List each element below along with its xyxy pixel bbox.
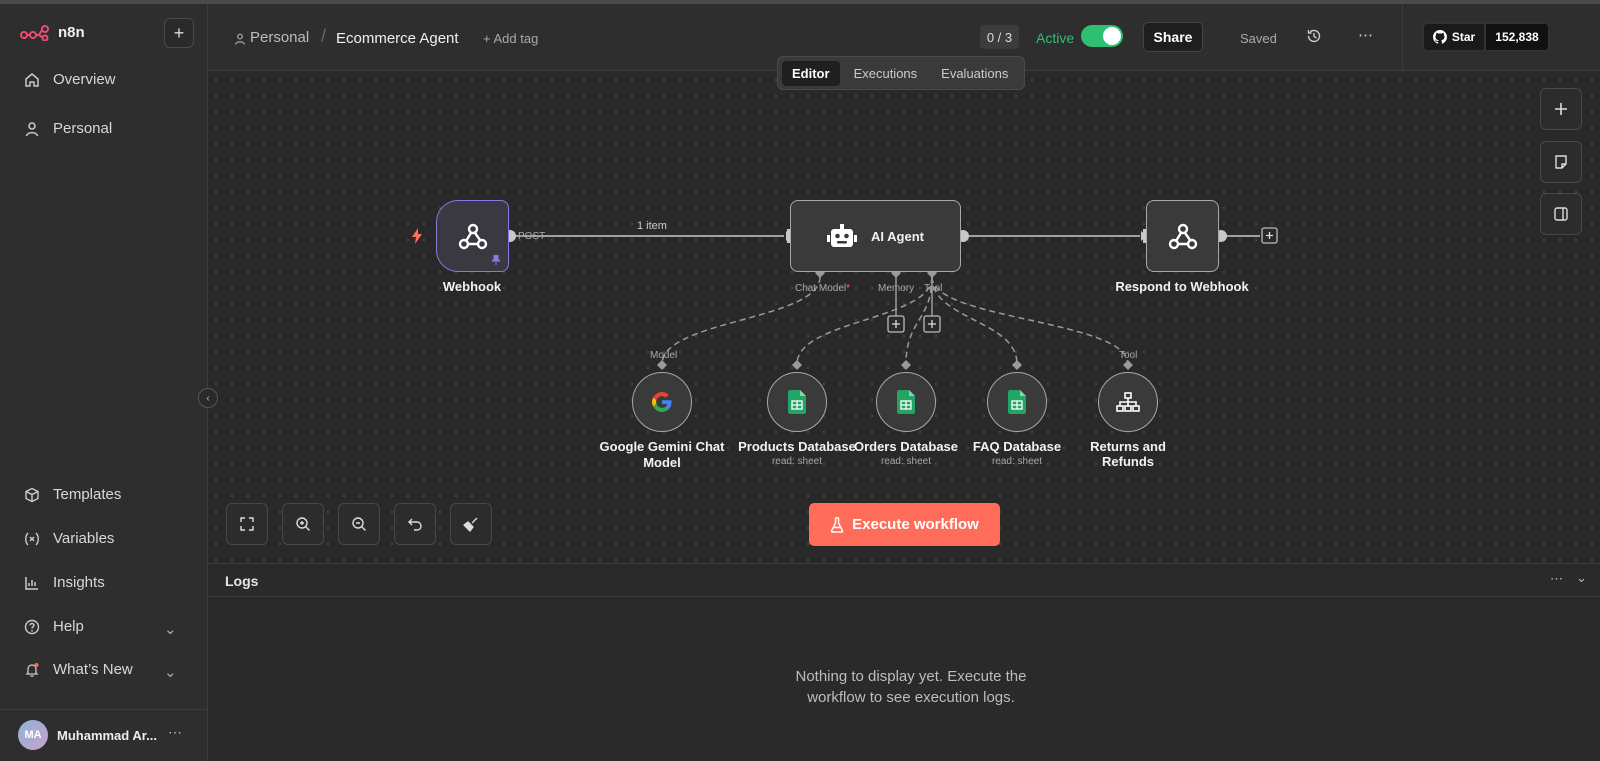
tab-evaluations[interactable]: Evaluations <box>931 61 1018 86</box>
node-google-gemini[interactable] <box>632 372 692 432</box>
google-sheets-icon <box>788 390 806 414</box>
google-sheets-icon <box>1008 390 1026 414</box>
node-label-respond: Respond to Webhook <box>1115 279 1249 294</box>
reset-zoom-button[interactable] <box>394 503 436 545</box>
node-subtitle-products: read: sheet <box>771 456 823 467</box>
google-icon <box>652 392 672 412</box>
execute-workflow-button[interactable]: Execute workflow <box>809 503 1000 546</box>
tidy-up-button[interactable] <box>450 503 492 545</box>
node-label-ai-agent: AI Agent <box>871 228 924 244</box>
node-label-gemini: Google Gemini Chat Model <box>599 439 725 470</box>
undo-icon <box>408 518 422 531</box>
port-label-memory: Memory <box>878 283 915 294</box>
webhook-icon <box>458 223 487 250</box>
zoom-out-icon <box>352 517 366 531</box>
tab-editor[interactable]: Editor <box>782 60 840 86</box>
webhook-icon <box>1168 223 1197 250</box>
node-subtitle-orders: read: sheet <box>880 456 932 467</box>
plus-icon <box>1555 103 1567 115</box>
add-node-button[interactable] <box>1540 88 1582 130</box>
fit-view-icon <box>240 517 254 531</box>
pin-icon <box>492 255 500 265</box>
view-tabs: Editor Executions Evaluations <box>777 56 1025 90</box>
flask-icon <box>830 516 844 533</box>
webhook-method-label: POST <box>518 231 546 242</box>
execute-workflow-label: Execute workflow <box>852 516 979 533</box>
node-label-orders: Orders Database <box>853 439 959 454</box>
port-label-model: Model <box>650 350 678 361</box>
port-label-chat-model: Chat Model* <box>795 283 851 294</box>
node-webhook[interactable] <box>436 200 509 272</box>
toggle-panel-button[interactable] <box>1540 193 1582 235</box>
zoom-out-button[interactable] <box>338 503 380 545</box>
node-faq-database[interactable] <box>987 372 1047 432</box>
google-sheets-icon <box>897 390 915 414</box>
node-orders-database[interactable] <box>876 372 936 432</box>
panel-icon <box>1554 207 1568 221</box>
edge-item-count: 1 item <box>637 220 667 232</box>
zoom-in-button[interactable] <box>282 503 324 545</box>
fit-view-button[interactable] <box>226 503 268 545</box>
sticky-note-icon <box>1555 155 1567 169</box>
add-sticky-button[interactable] <box>1540 141 1582 183</box>
zoom-in-icon <box>296 517 310 531</box>
node-label-faq: FAQ Database <box>972 439 1062 454</box>
node-returns-refunds[interactable] <box>1098 372 1158 432</box>
sitemap-icon <box>1116 392 1140 412</box>
tab-executions[interactable]: Executions <box>844 61 928 86</box>
broom-icon <box>463 517 478 532</box>
sidebar-collapse-button[interactable]: ‹ <box>198 388 218 408</box>
node-respond-to-webhook[interactable] <box>1146 200 1219 272</box>
node-subtitle-faq: read: sheet <box>991 456 1043 467</box>
trigger-bolt-icon <box>412 228 422 244</box>
node-label-returns: Returns and Refunds <box>1090 439 1166 469</box>
node-ai-agent[interactable]: AI Agent <box>790 200 961 272</box>
port-label-tool: Tool <box>924 283 943 294</box>
port-label-tool: Tool <box>1119 350 1138 361</box>
node-products-database[interactable] <box>767 372 827 432</box>
node-label-webhook: Webhook <box>442 279 502 294</box>
robot-icon <box>827 224 858 247</box>
